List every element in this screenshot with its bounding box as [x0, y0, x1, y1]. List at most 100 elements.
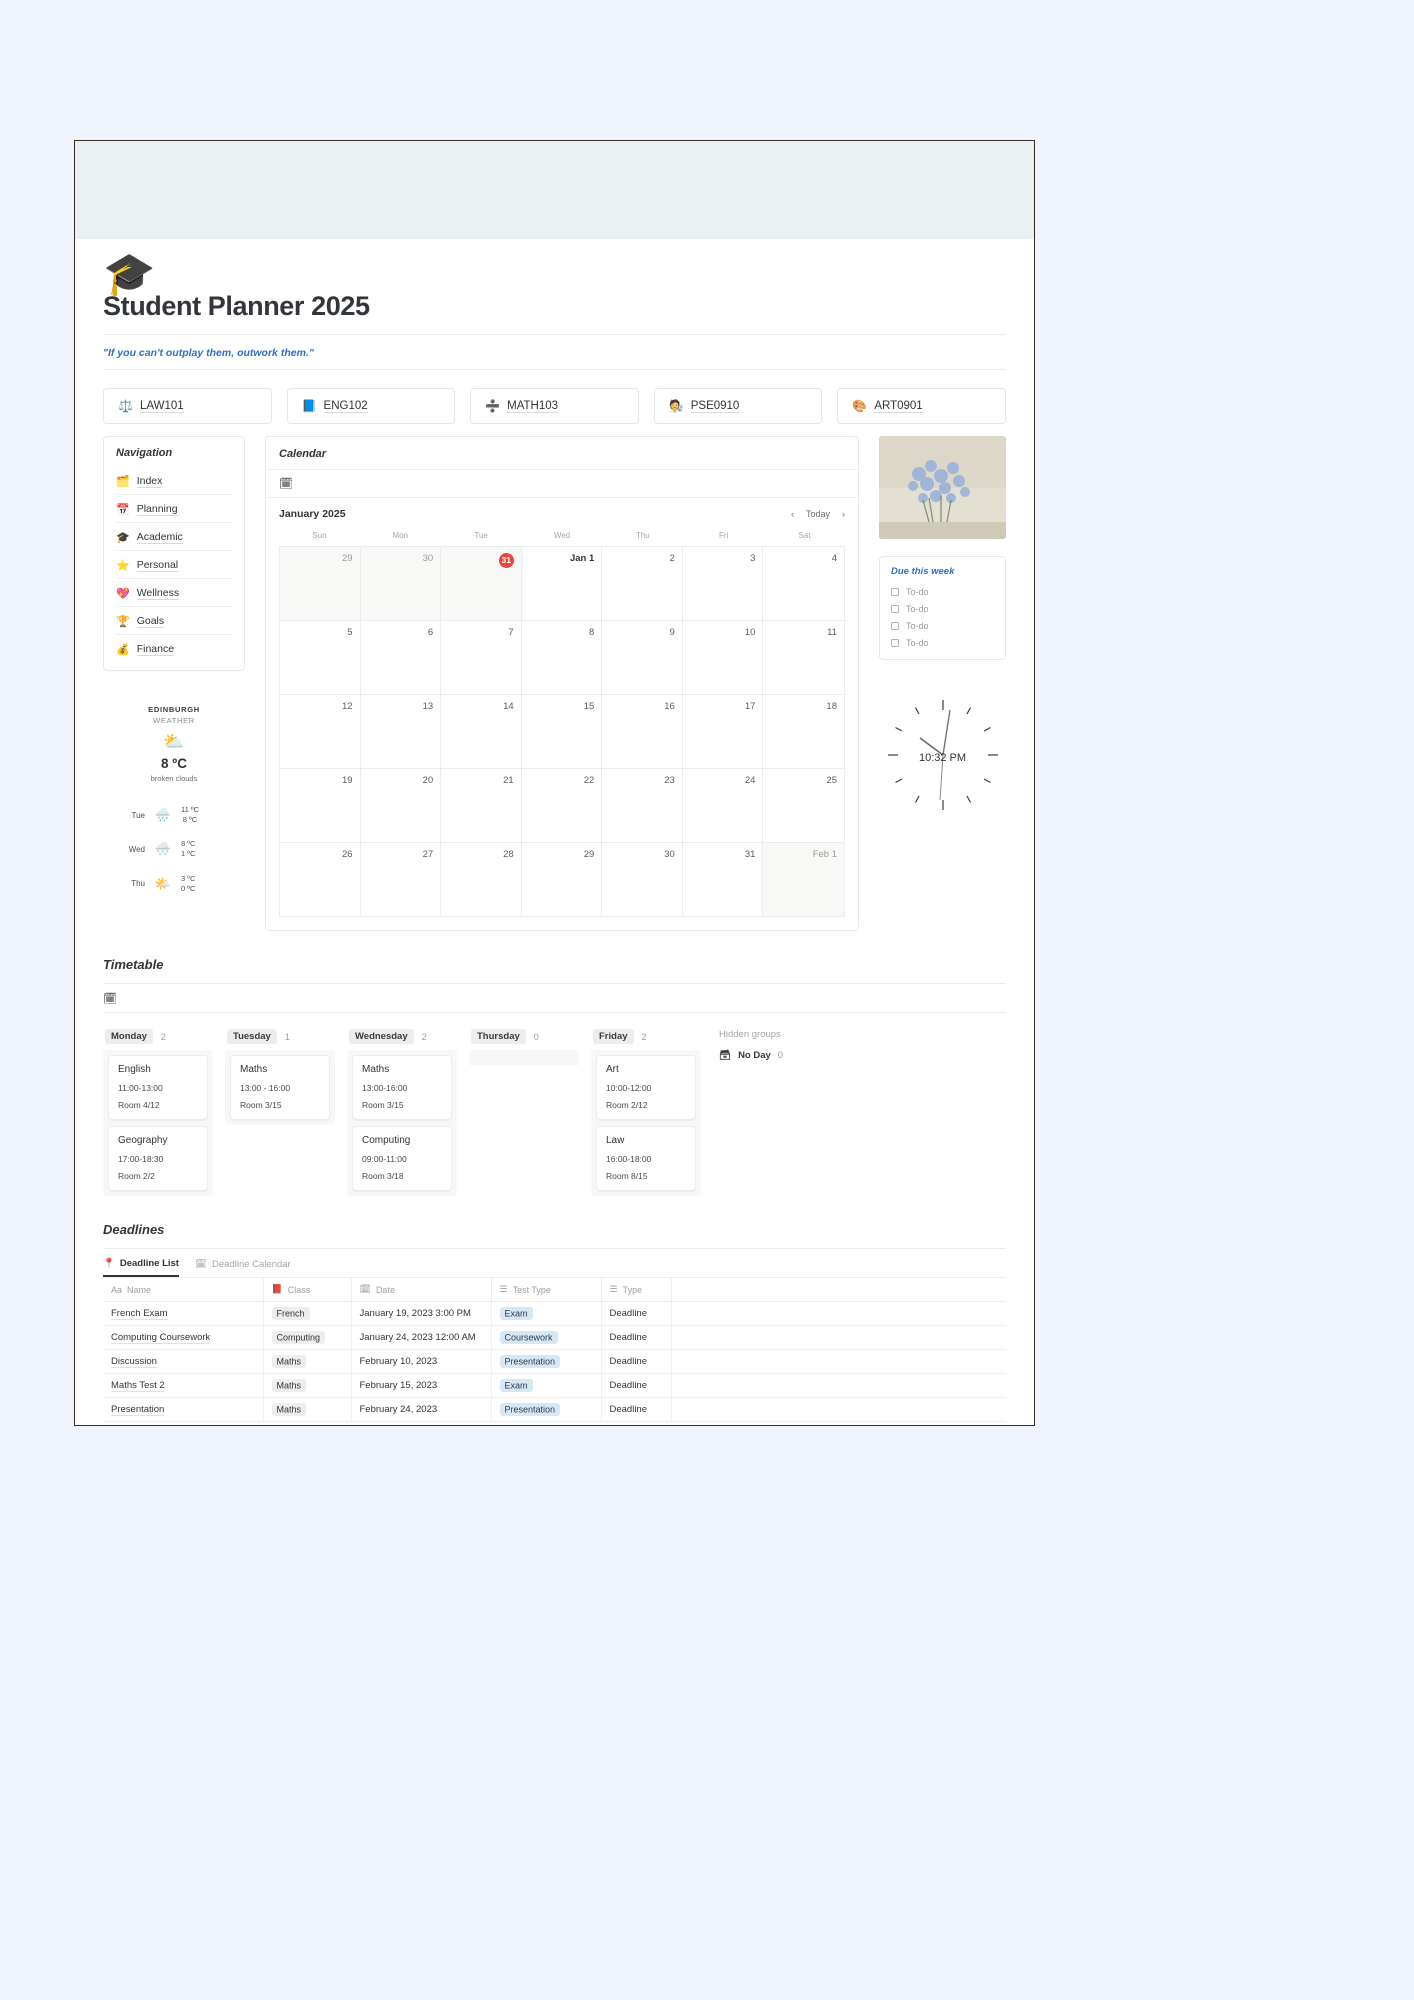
cell-name[interactable]: Maths Test 2 — [103, 1373, 264, 1398]
cell-test-type[interactable]: Exam — [491, 1373, 602, 1398]
cell-type[interactable]: Deadline — [601, 1349, 672, 1374]
cell-class[interactable]: Computing — [263, 1325, 352, 1350]
table-row[interactable]: Presentation Maths February 24, 2023 Pre… — [103, 1397, 1006, 1422]
cell-date[interactable]: February 10, 2023 — [351, 1349, 492, 1374]
calendar-day-cell[interactable]: 19 — [280, 768, 361, 842]
cell-date[interactable]: January 24, 2023 12:00 AM — [351, 1325, 492, 1350]
calendar-day-cell[interactable]: 3 — [682, 546, 764, 620]
cell-type[interactable]: Deadline — [601, 1397, 672, 1422]
course-link-math103[interactable]: ➗ MATH103 — [470, 388, 639, 424]
calendar-day-cell[interactable]: 18 — [763, 694, 844, 768]
cell-class[interactable]: Maths — [263, 1373, 352, 1398]
calendar-icon[interactable]: 🗓 — [103, 993, 117, 1005]
tab-deadline-list[interactable]: 📍 Deadline List — [103, 1258, 179, 1277]
calendar-day-cell[interactable]: 7 — [441, 620, 522, 694]
calendar-day-cell[interactable]: 17 — [682, 694, 764, 768]
calendar-icon[interactable]: 🗓 — [279, 478, 293, 490]
next-month-button[interactable]: › — [842, 509, 845, 519]
calendar-day-cell-today[interactable]: 31 — [441, 546, 522, 620]
cell-name[interactable]: French Exam — [103, 1301, 264, 1326]
table-row[interactable]: Computing Coursework Computing January 2… — [103, 1325, 1006, 1350]
calendar-day-cell[interactable]: 6 — [360, 620, 442, 694]
timetable-card[interactable]: Art 10:00-12:00 Room 2/12 — [596, 1055, 696, 1120]
tab-deadline-calendar[interactable]: 🗓 Deadline Calendar — [195, 1258, 291, 1277]
column-header-type[interactable]: ☰ Type — [601, 1278, 672, 1302]
calendar-day-cell[interactable]: 25 — [763, 768, 844, 842]
cell-date[interactable]: January 19, 2023 3:00 PM — [351, 1301, 492, 1326]
todo-row[interactable]: To-do — [891, 617, 994, 634]
sidebar-item-personal[interactable]: ⭐ Personal — [116, 550, 232, 578]
hidden-group-no-day[interactable]: 🗃 No Day 0 — [719, 1050, 783, 1061]
calendar-day-cell[interactable]: 4 — [763, 546, 844, 620]
cell-test-type[interactable]: Presentation — [491, 1397, 602, 1422]
cell-name[interactable]: Discussion — [103, 1349, 264, 1374]
column-header-test-type[interactable]: ☰ Test Type — [491, 1278, 602, 1302]
cell-class[interactable]: Maths — [263, 1349, 352, 1374]
cell-class[interactable]: French — [263, 1301, 352, 1326]
calendar-day-cell[interactable]: 9 — [602, 620, 683, 694]
calendar-day-cell[interactable]: 30 — [360, 546, 442, 620]
calendar-day-cell[interactable]: 30 — [602, 842, 683, 916]
calendar-day-cell[interactable]: 14 — [441, 694, 522, 768]
timetable-card[interactable]: Maths 13:00-16:00 Room 3/15 — [352, 1055, 452, 1120]
cell-date[interactable]: February 15, 2023 — [351, 1373, 492, 1398]
calendar-day-cell[interactable]: 27 — [360, 842, 442, 916]
calendar-day-cell[interactable]: 28 — [441, 842, 522, 916]
calendar-day-cell[interactable]: 15 — [521, 694, 603, 768]
course-link-eng102[interactable]: 📘 ENG102 — [286, 388, 456, 424]
calendar-day-cell[interactable]: 13 — [360, 694, 442, 768]
timetable-view-toolbar[interactable]: 🗓 — [103, 984, 1006, 1013]
table-row[interactable]: Discussion Maths February 10, 2023 Prese… — [103, 1349, 1006, 1374]
calendar-day-cell[interactable]: 31 — [682, 842, 764, 916]
calendar-day-cell[interactable]: Jan 1 — [521, 546, 603, 620]
calendar-view-toolbar[interactable]: 🗓 — [266, 469, 858, 497]
checkbox-icon[interactable] — [891, 638, 899, 647]
cell-type[interactable]: Deadline — [601, 1373, 672, 1398]
cell-type[interactable]: Deadline — [601, 1325, 672, 1350]
column-header-name[interactable]: Aa Name — [103, 1278, 264, 1302]
calendar-day-cell[interactable]: 23 — [602, 768, 683, 842]
cell-name[interactable]: Presentation — [103, 1397, 264, 1422]
todo-row[interactable]: To-do — [891, 634, 994, 651]
calendar-day-cell[interactable]: 2 — [602, 546, 683, 620]
calendar-day-cell[interactable]: 22 — [521, 768, 603, 842]
calendar-day-cell[interactable]: 10 — [682, 620, 764, 694]
todo-row[interactable]: To-do — [891, 583, 994, 600]
todo-row[interactable]: To-do — [891, 600, 994, 617]
sidebar-item-planning[interactable]: 📅 Planning — [116, 494, 232, 522]
sidebar-item-academic[interactable]: 🎓 Academic — [116, 522, 232, 550]
calendar-day-cell[interactable]: 29 — [521, 842, 603, 916]
calendar-day-cell[interactable]: 11 — [763, 620, 844, 694]
calendar-day-cell[interactable]: 29 — [280, 546, 361, 620]
timetable-card[interactable]: Geography 17:00-18:30 Room 2/2 — [108, 1126, 208, 1191]
cell-test-type[interactable]: Coursework — [491, 1325, 602, 1350]
cell-name[interactable]: Computing Coursework — [103, 1325, 264, 1350]
timetable-card[interactable]: Maths 13:00 - 16:00 Room 3/15 — [230, 1055, 330, 1120]
checkbox-icon[interactable] — [891, 621, 899, 630]
course-link-pse0910[interactable]: 🧑‍🔬 PSE0910 — [653, 388, 823, 424]
calendar-day-cell[interactable]: 16 — [602, 694, 683, 768]
cell-class[interactable]: Maths — [263, 1397, 352, 1422]
calendar-day-cell[interactable]: 24 — [682, 768, 764, 842]
sidebar-item-finance[interactable]: 💰 Finance — [116, 634, 232, 662]
sidebar-item-index[interactable]: 🗂️ Index — [116, 467, 232, 494]
checkbox-icon[interactable] — [891, 587, 899, 596]
timetable-card[interactable]: English 11:00-13:00 Room 4/12 — [108, 1055, 208, 1120]
prev-month-button[interactable]: ‹ — [791, 509, 794, 519]
calendar-day-cell[interactable]: 12 — [280, 694, 361, 768]
today-button[interactable]: Today — [806, 509, 830, 519]
calendar-day-cell[interactable]: 26 — [280, 842, 361, 916]
checkbox-icon[interactable] — [891, 604, 899, 613]
column-header-date[interactable]: 🗓 Date — [351, 1278, 492, 1302]
cell-type[interactable]: Deadline — [601, 1301, 672, 1326]
cell-test-type[interactable]: Presentation — [491, 1349, 602, 1374]
table-row[interactable]: French Exam French January 19, 2023 3:00… — [103, 1301, 1006, 1326]
course-link-law101[interactable]: ⚖️ LAW101 — [103, 388, 272, 424]
course-link-art0901[interactable]: 🎨 ART0901 — [837, 388, 1006, 424]
timetable-card[interactable]: Law 16:00-18:00 Room 8/15 — [596, 1126, 696, 1191]
column-header-class[interactable]: 📕 Class — [263, 1278, 352, 1302]
table-row[interactable]: Maths Test 2 Maths February 15, 2023 Exa… — [103, 1373, 1006, 1398]
calendar-day-cell[interactable]: 8 — [521, 620, 603, 694]
cell-date[interactable]: February 24, 2023 — [351, 1397, 492, 1422]
sidebar-item-goals[interactable]: 🏆 Goals — [116, 606, 232, 634]
